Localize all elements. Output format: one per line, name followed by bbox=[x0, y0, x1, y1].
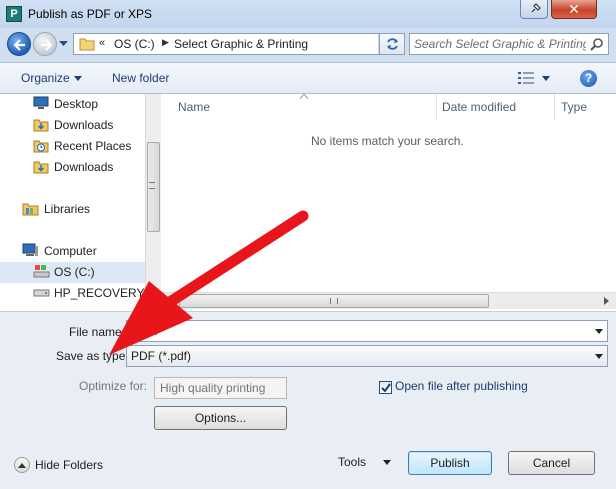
nav-item-label: OS (C:) bbox=[54, 265, 95, 279]
column-header-label: Name bbox=[178, 100, 211, 114]
address-segment-folder[interactable]: Select Graphic & Printing bbox=[174, 37, 308, 51]
nav-item-downloads-2[interactable]: Downloads bbox=[0, 157, 145, 178]
column-header-label: Type bbox=[561, 100, 588, 114]
file-name-label: File name bbox=[69, 325, 122, 339]
save-as-type-label: Save as type: bbox=[56, 349, 129, 363]
back-arrow-icon bbox=[13, 39, 25, 51]
nav-item-computer[interactable]: Computer bbox=[0, 241, 145, 262]
scroll-right-arrow-icon[interactable] bbox=[604, 297, 609, 305]
nav-item-libraries[interactable]: Libraries bbox=[0, 199, 145, 220]
chevron-down-icon[interactable] bbox=[595, 329, 603, 334]
options-button[interactable]: Options... bbox=[154, 406, 287, 430]
refresh-icon bbox=[387, 38, 398, 50]
forward-arrow-icon bbox=[41, 39, 53, 51]
address-segment-drive[interactable]: OS (C:) bbox=[114, 37, 155, 51]
checkmark-icon bbox=[381, 383, 391, 393]
save-as-type-value: PDF (*.pdf) bbox=[131, 349, 192, 363]
recent-locations-dropdown-icon[interactable] bbox=[59, 41, 68, 47]
file-list-horizontal-scrollbar[interactable] bbox=[161, 292, 616, 309]
search-icon[interactable] bbox=[590, 37, 604, 51]
chevron-down-icon[interactable] bbox=[595, 354, 603, 359]
libraries-icon bbox=[22, 203, 39, 216]
nav-item-label: Computer bbox=[44, 244, 97, 258]
empty-folder-message: No items match your search. bbox=[311, 134, 464, 148]
address-separator-arrow-icon[interactable]: ▶ bbox=[162, 37, 169, 48]
refresh-button[interactable] bbox=[379, 33, 405, 55]
nav-item-desktop[interactable]: Desktop bbox=[0, 94, 145, 115]
cancel-button[interactable]: Cancel bbox=[508, 451, 595, 475]
scroll-left-arrow-icon[interactable] bbox=[168, 297, 173, 305]
chevron-down-icon[interactable] bbox=[383, 460, 391, 465]
scrollbar-grip-icon bbox=[149, 182, 155, 189]
navigation-pane: Desktop Downloads Recent Places Download… bbox=[0, 94, 145, 311]
nav-item-label: Recent Places bbox=[54, 139, 132, 153]
nav-item-label: Desktop bbox=[54, 97, 99, 111]
chevron-up-icon bbox=[18, 463, 26, 468]
open-after-publishing-label[interactable]: Open file after publishing bbox=[395, 379, 528, 393]
change-view-icon[interactable] bbox=[518, 72, 534, 85]
column-header-date-modified[interactable]: Date modified bbox=[437, 94, 555, 120]
navigation-pane-scrollbar[interactable] bbox=[145, 94, 161, 311]
open-after-publishing-checkbox[interactable] bbox=[379, 381, 392, 394]
help-icon[interactable]: ? bbox=[580, 70, 597, 87]
window-help-button[interactable] bbox=[520, 0, 548, 19]
save-options-panel: File name a.pdf Save as type: PDF (*.pdf… bbox=[0, 311, 616, 489]
address-overflow-chevron[interactable]: « bbox=[99, 37, 105, 49]
scrollbar-grip-icon bbox=[330, 298, 338, 304]
chevron-down-icon[interactable] bbox=[74, 76, 82, 81]
scrollbar-thumb[interactable] bbox=[179, 294, 489, 308]
downloads-folder-icon bbox=[33, 161, 49, 174]
view-options-dropdown-icon[interactable] bbox=[542, 76, 550, 81]
window-close-button[interactable]: ✕ bbox=[551, 0, 597, 19]
tools-button[interactable]: Tools bbox=[338, 455, 366, 469]
publisher-app-icon: P bbox=[6, 6, 22, 22]
forward-button[interactable] bbox=[33, 32, 57, 56]
publish-button[interactable]: Publish bbox=[408, 451, 492, 475]
folder-icon bbox=[79, 38, 95, 51]
navigation-bar: « OS (C:) ▶ Select Graphic & Printing bbox=[0, 28, 616, 62]
optimize-for-value: High quality printing bbox=[160, 381, 266, 395]
nav-item-label: Downloads bbox=[54, 118, 114, 132]
nav-item-recent-places[interactable]: Recent Places bbox=[0, 136, 145, 157]
drive-icon bbox=[33, 265, 50, 278]
search-input[interactable] bbox=[414, 36, 586, 52]
window-title: Publish as PDF or XPS bbox=[28, 7, 153, 21]
nav-item-label: Downloads bbox=[54, 160, 114, 174]
new-folder-button[interactable]: New folder bbox=[112, 71, 169, 85]
computer-icon bbox=[22, 243, 38, 256]
title-bar: P Publish as PDF or XPS ✕ bbox=[0, 0, 616, 28]
nav-item-hp-recovery[interactable]: HP_RECOVERY (D bbox=[0, 283, 145, 304]
file-list: Name Date modified Type No items match y… bbox=[161, 94, 616, 311]
column-header-name[interactable]: Name bbox=[161, 94, 437, 120]
optimize-for-label: Optimize for: bbox=[79, 379, 148, 393]
column-header-label: Date modified bbox=[442, 100, 517, 114]
nav-item-os-drive[interactable]: OS (C:) bbox=[0, 262, 145, 283]
nav-item-label: Libraries bbox=[44, 202, 91, 216]
recent-places-icon bbox=[33, 140, 49, 153]
command-toolbar: Organize New folder ? bbox=[0, 62, 616, 94]
file-name-value[interactable]: a.pdf bbox=[131, 324, 158, 338]
hide-folders-button[interactable]: Hide Folders bbox=[35, 458, 103, 472]
desktop-icon bbox=[33, 96, 49, 109]
organize-button[interactable]: Organize bbox=[21, 71, 70, 85]
address-bar[interactable]: « OS (C:) ▶ Select Graphic & Printing bbox=[73, 33, 405, 55]
back-button[interactable] bbox=[7, 32, 31, 56]
search-box[interactable] bbox=[409, 33, 609, 55]
nav-item-downloads[interactable]: Downloads bbox=[0, 115, 145, 136]
save-as-type-select[interactable]: PDF (*.pdf) bbox=[126, 345, 608, 367]
drive-icon bbox=[33, 289, 50, 297]
hide-folders-icon[interactable] bbox=[14, 457, 30, 473]
nav-item-label: HP_RECOVERY (D bbox=[54, 286, 145, 300]
column-header-type[interactable]: Type bbox=[555, 94, 616, 120]
file-name-field[interactable]: a.pdf bbox=[126, 320, 608, 342]
optimize-for-field: High quality printing bbox=[154, 377, 287, 399]
pin-icon bbox=[531, 3, 541, 13]
downloads-folder-icon bbox=[33, 119, 49, 132]
